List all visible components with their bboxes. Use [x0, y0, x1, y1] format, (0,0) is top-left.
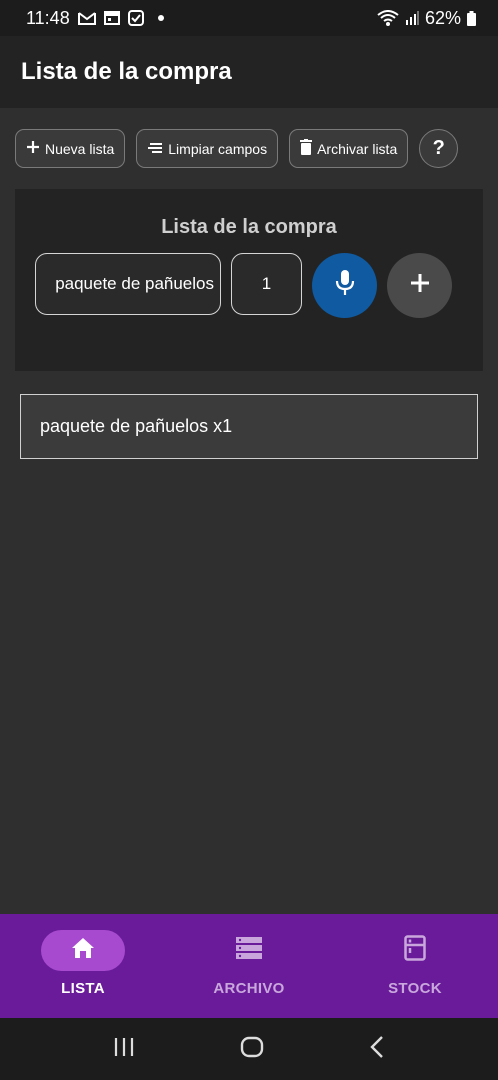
quantity-value: 1	[261, 274, 272, 293]
nav-item-stock[interactable]: STOCK	[332, 914, 498, 1018]
archive-list-label: Archivar lista	[317, 140, 398, 157]
home-icon	[71, 937, 95, 964]
quantity-input[interactable]: 1	[231, 253, 302, 315]
plus-icon	[26, 140, 40, 157]
trash-icon	[300, 139, 313, 158]
dot-icon	[157, 15, 164, 21]
new-list-label: Nueva lista	[45, 140, 115, 157]
archive-icon	[235, 937, 263, 964]
gmail-icon	[77, 11, 96, 25]
signal-icon	[405, 11, 419, 25]
card-title: Lista de la compra	[161, 216, 337, 238]
list-item[interactable]: paquete de pañuelos x1	[20, 394, 478, 459]
system-nav-bar	[0, 1018, 498, 1080]
recent-apps-icon[interactable]	[113, 1037, 135, 1062]
app-bar: Lista de la compra	[0, 36, 498, 108]
list-item-label: paquete de pañuelos x1	[40, 416, 233, 436]
item-name-value: paquete de pañuelos	[55, 274, 214, 293]
status-time: 11:48	[26, 7, 70, 28]
page-title: Lista de la compra	[21, 58, 232, 85]
status-bar: 11:48 62%	[0, 0, 498, 36]
add-item-button[interactable]	[387, 253, 452, 318]
bottom-nav: LISTA ARCHIVO STOCK	[0, 914, 498, 1018]
battery-percent: 62%	[424, 7, 461, 28]
nav-active-pill	[41, 930, 125, 971]
plus-icon	[410, 273, 430, 298]
fridge-icon	[404, 935, 426, 966]
nav-label-archivo: ARCHIVO	[213, 980, 285, 997]
home-button-icon[interactable]	[240, 1036, 264, 1063]
input-card: Lista de la compra paquete de pañuelos 1	[15, 189, 483, 371]
nav-item-lista[interactable]: LISTA	[0, 914, 166, 1018]
back-icon[interactable]	[369, 1035, 385, 1064]
nav-label-stock: STOCK	[388, 980, 442, 997]
battery-icon	[467, 10, 476, 26]
clear-fields-button[interactable]: Limpiar campos	[136, 129, 279, 168]
microphone-icon	[334, 269, 356, 302]
nav-item-archivo[interactable]: ARCHIVO	[166, 914, 332, 1018]
nav-label-lista: LISTA	[61, 980, 105, 997]
calendar-icon	[103, 11, 120, 25]
archive-list-button[interactable]: Archivar lista	[289, 129, 409, 168]
voice-input-button[interactable]	[312, 253, 377, 318]
help-button[interactable]: ?	[419, 129, 459, 168]
nav-pill	[373, 930, 457, 971]
item-name-input[interactable]: paquete de pañuelos	[35, 253, 221, 315]
lines-icon	[147, 141, 163, 157]
checkbox-icon	[127, 10, 144, 26]
new-list-button[interactable]: Nueva lista	[15, 129, 126, 168]
nav-pill	[207, 930, 291, 971]
wifi-icon	[377, 10, 399, 26]
toolbar: Nueva lista Limpiar campos Archivar list…	[15, 129, 483, 168]
clear-fields-label: Limpiar campos	[168, 140, 268, 157]
